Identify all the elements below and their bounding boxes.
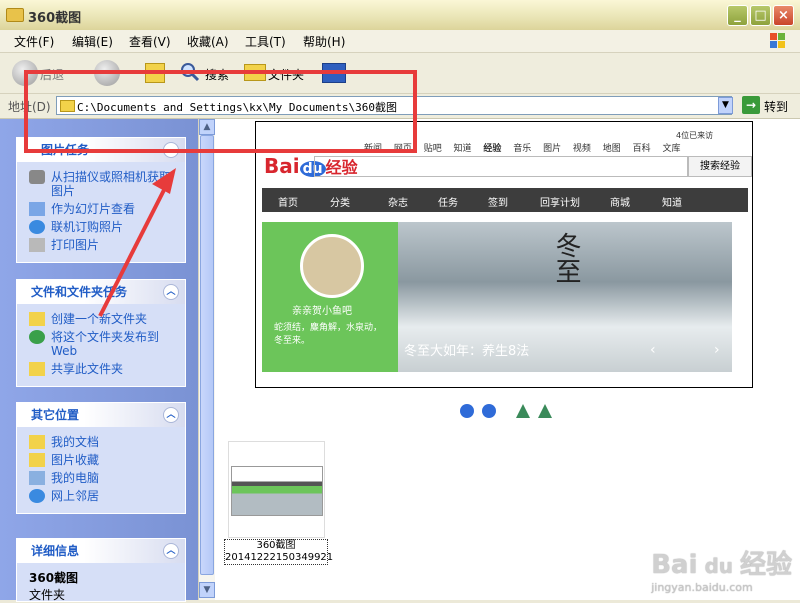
task-publish-web[interactable]: 将这个文件夹发布到 Web xyxy=(29,330,177,358)
image-preview: Bai du 经验 新闻 网页 贴吧 知道 经验 音乐 图片 视频 地图 百科 文库… xyxy=(255,121,753,388)
camera-icon xyxy=(29,170,45,184)
other-places-header[interactable]: 其它位置 ︿ xyxy=(17,403,185,427)
other-places-title: 其它位置 xyxy=(31,408,80,422)
collapse-chevron-icon[interactable]: ︿ xyxy=(163,284,179,300)
rotate-counterclockwise-icon[interactable] xyxy=(538,404,552,418)
title-bar: 360截图 _ □ × xyxy=(0,0,800,31)
maximize-button[interactable]: □ xyxy=(750,5,771,26)
banner-photo: 冬至 冬至大如年：养生8法 ‹ › xyxy=(398,222,732,372)
other-places-panel: 其它位置 ︿ 我的文档 图片收藏 我的电脑 网上邻居 xyxy=(16,402,186,514)
annotation-rectangle xyxy=(24,70,417,153)
watermark: Bai du 经验 jingyan.baidu.com xyxy=(651,544,792,594)
next-slide-icon: › xyxy=(714,342,720,358)
picture-tasks-panel: 图片任务 ︿ 从扫描仪或照相机获取图片 作为幻灯片查看 联机订购照片 打印图片 xyxy=(16,137,186,263)
menu-view[interactable]: 查看(V) xyxy=(129,33,171,50)
menu-bar: 文件(F) 编辑(E) 查看(V) 收藏(A) 工具(T) 帮助(H) xyxy=(0,30,800,53)
menu-help[interactable]: 帮助(H) xyxy=(303,33,345,50)
task-pane: 图片任务 ︿ 从扫描仪或照相机获取图片 作为幻灯片查看 联机订购照片 打印图片 … xyxy=(0,119,198,602)
task-new-folder[interactable]: 创建一个新文件夹 xyxy=(29,312,177,326)
share-folder-icon xyxy=(29,362,45,376)
content-pane: Bai du 经验 新闻 网页 贴吧 知道 经验 音乐 图片 视频 地图 百科 文库… xyxy=(215,119,800,600)
folder-icon xyxy=(6,8,24,22)
place-my-documents[interactable]: 我的文档 xyxy=(29,435,177,449)
place-network[interactable]: 网上邻居 xyxy=(29,489,177,503)
network-icon xyxy=(29,489,45,503)
window-title: 360截图 xyxy=(28,11,82,26)
file-tasks-panel: 文件和文件夹任务 ︿ 创建一个新文件夹 将这个文件夹发布到 Web 共享此文件夹 xyxy=(16,279,186,387)
publish-web-icon xyxy=(29,330,45,344)
next-image-icon[interactable] xyxy=(482,404,496,418)
visitor-count: 4位已来访 xyxy=(676,131,714,140)
baidu-tab-bar: 首页 分类 杂志 任务 签到 回享计划 商城 知道 xyxy=(262,188,748,212)
watermark-brand: Bai du 经验 xyxy=(651,550,792,580)
menu-file[interactable]: 文件(F) xyxy=(14,33,54,50)
left-pane-scrollbar[interactable]: ▲ ▼ xyxy=(198,119,215,600)
new-folder-icon xyxy=(29,312,45,326)
task-print[interactable]: 打印图片 xyxy=(29,238,177,252)
thumbnail-name: 360截图 xyxy=(256,540,296,551)
menu-edit[interactable]: 编辑(E) xyxy=(72,33,113,50)
slideshow-icon xyxy=(29,202,45,216)
documents-folder-icon xyxy=(29,435,45,449)
thumbnail-label[interactable]: 360截图 20141222150349921 xyxy=(224,539,334,565)
file-tasks-header[interactable]: 文件和文件夹任务 ︿ xyxy=(17,280,185,304)
details-name: 360截图 xyxy=(29,571,79,585)
card-quote: 蛇须结，麋角解，水泉动，冬至来。 xyxy=(274,323,383,346)
details-title: 详细信息 xyxy=(31,544,80,558)
printer-icon xyxy=(29,238,45,252)
file-tasks-title: 文件和文件夹任务 xyxy=(31,285,128,299)
details-type: 文件夹 xyxy=(29,588,66,602)
collapse-chevron-icon[interactable]: ︿ xyxy=(163,543,179,559)
scroll-thumb[interactable] xyxy=(200,135,214,575)
scroll-down-button[interactable]: ▼ xyxy=(199,582,215,598)
place-my-computer[interactable]: 我的电脑 xyxy=(29,471,177,485)
watermark-url: jingyan.baidu.com xyxy=(651,581,753,594)
details-panel: 详细信息 ︿ 360截图 文件夹 xyxy=(16,538,186,602)
details-header[interactable]: 详细信息 ︿ xyxy=(17,539,185,563)
prev-slide-icon: ‹ xyxy=(650,342,656,358)
baidu-search-button: 搜索经验 xyxy=(688,156,752,177)
thumbnail-filename: 20141222150349921 xyxy=(225,552,334,563)
computer-icon xyxy=(29,471,45,485)
go-arrow-icon[interactable]: → xyxy=(742,96,760,114)
close-button[interactable]: × xyxy=(773,5,794,26)
banner-caption: 冬至大如年：养生8法 xyxy=(404,344,530,359)
go-button[interactable]: 转到 xyxy=(764,98,788,115)
menu-favorites[interactable]: 收藏(A) xyxy=(187,33,229,50)
card-name: 亲亲贺小鱼吧 xyxy=(292,306,352,317)
profile-card: 亲亲贺小鱼吧 蛇须结，麋角解，水泉动，冬至来。 xyxy=(262,222,398,372)
menu-tools[interactable]: 工具(T) xyxy=(245,33,286,50)
previous-image-icon[interactable] xyxy=(460,404,474,418)
task-order-prints[interactable]: 联机订购照片 xyxy=(29,220,177,234)
thumbnail-image xyxy=(231,466,323,516)
task-slideshow[interactable]: 作为幻灯片查看 xyxy=(29,202,177,216)
windows-logo-icon xyxy=(770,33,785,48)
task-share-folder[interactable]: 共享此文件夹 xyxy=(29,362,177,376)
banner-title: 冬至 xyxy=(551,232,581,284)
address-dropdown-button[interactable]: ▼ xyxy=(718,97,733,114)
globe-icon xyxy=(29,220,45,234)
pictures-folder-icon xyxy=(29,453,45,467)
collapse-chevron-icon[interactable]: ︿ xyxy=(163,407,179,423)
baidu-search-input xyxy=(314,156,688,177)
minimize-button[interactable]: _ xyxy=(727,5,748,26)
task-scanner[interactable]: 从扫描仪或照相机获取图片 xyxy=(29,170,177,198)
thumbnail-tile[interactable] xyxy=(228,441,325,538)
place-my-pictures[interactable]: 图片收藏 xyxy=(29,453,177,467)
banner: 亲亲贺小鱼吧 蛇须结，麋角解，水泉动，冬至来。 冬至 冬至大如年：养生8法 ‹ … xyxy=(262,222,732,372)
avatar xyxy=(300,234,364,298)
rotate-clockwise-icon[interactable] xyxy=(516,404,530,418)
